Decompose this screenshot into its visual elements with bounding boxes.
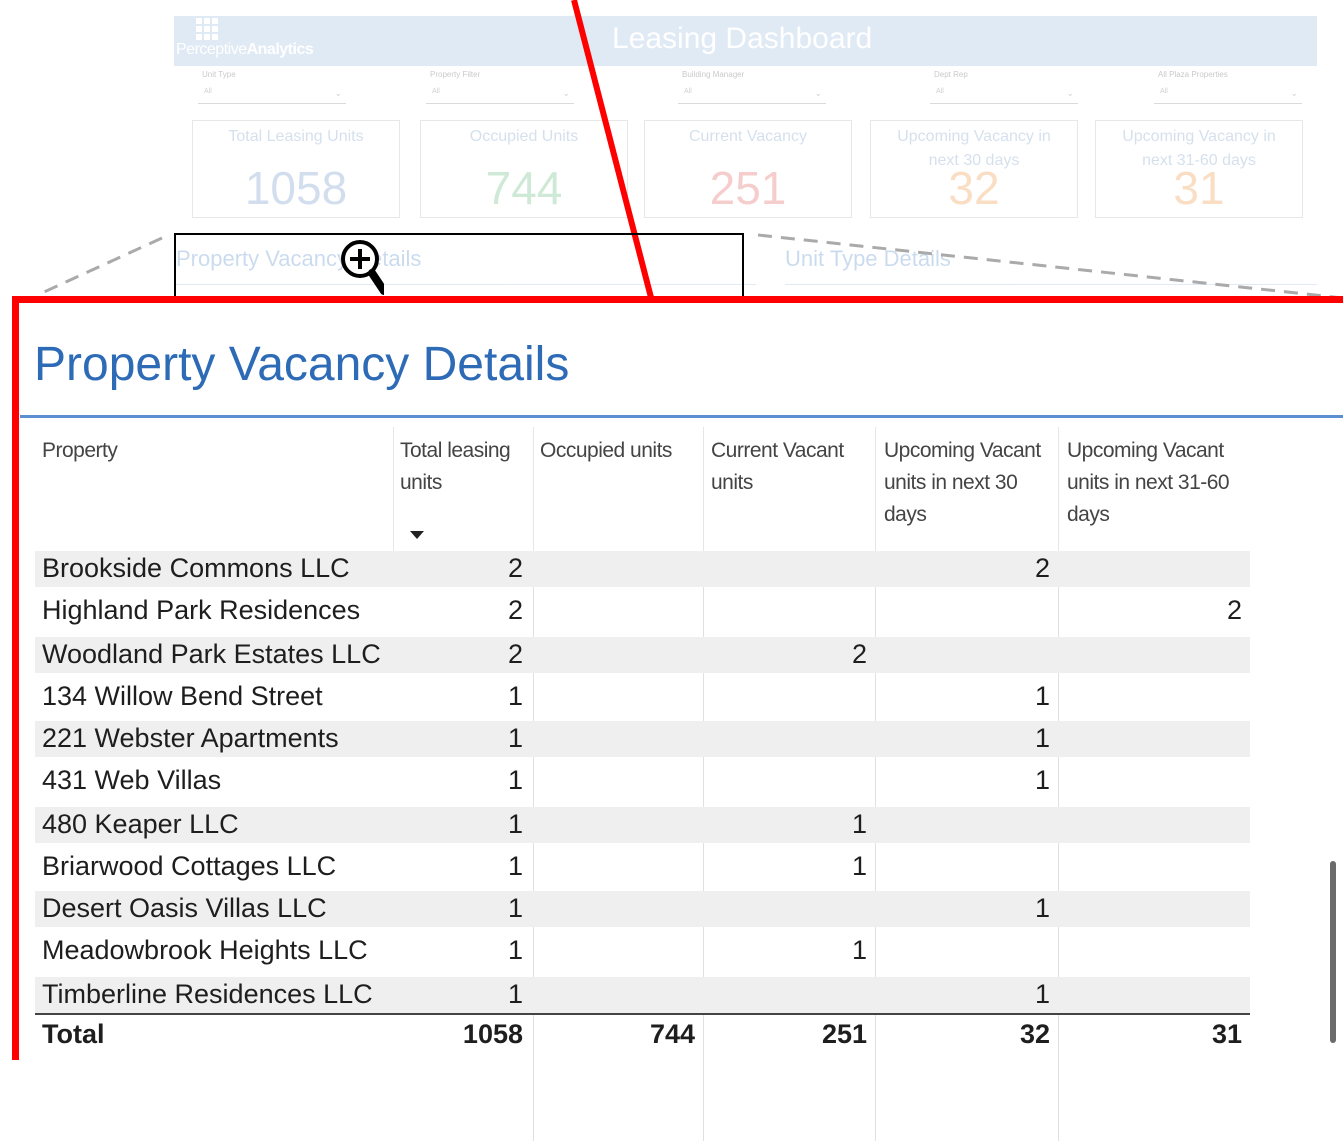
cell-total-current: 251 (821, 1019, 867, 1049)
cell-property: 431 Web Villas (42, 765, 222, 795)
table-row[interactable]: 134 Willow Bend Street 1 1 (35, 679, 1250, 715)
cell-current: 1 (851, 809, 867, 839)
col-header-property[interactable]: Property (42, 435, 382, 467)
zoom-connector-right (757, 233, 1343, 300)
panel-title-rule (20, 415, 1343, 418)
cell-property: Brookside Commons LLC (42, 553, 350, 583)
cell-total-label: Total (42, 1019, 105, 1049)
table-row[interactable]: Timberline Residences LLC 1 1 (35, 977, 1250, 1013)
cell-total: 1 (507, 723, 523, 753)
cell-next30: 1 (1034, 979, 1050, 1009)
col-divider (533, 427, 534, 551)
cell-property: Timberline Residences LLC (42, 979, 373, 1009)
col-header-next-30[interactable]: Upcoming Vacant units in next 30 days (884, 435, 1054, 531)
col-header-total[interactable]: Total leasing units (400, 435, 532, 499)
cell-total-total: 1058 (462, 1019, 523, 1049)
col-header-next-60[interactable]: Upcoming Vacant units in next 31-60 days (1067, 435, 1247, 531)
cell-property: Desert Oasis Villas LLC (42, 893, 327, 923)
cell-property: 221 Webster Apartments (42, 723, 339, 753)
cell-total-next30: 32 (1019, 1019, 1050, 1049)
cell-next30: 1 (1034, 681, 1050, 711)
table-row[interactable]: Highland Park Residences 2 2 (35, 593, 1250, 629)
table-row[interactable]: 480 Keaper LLC 1 1 (35, 807, 1250, 843)
col-divider (875, 427, 876, 551)
cell-property: 480 Keaper LLC (42, 809, 239, 839)
col-divider (393, 427, 394, 551)
table-row[interactable]: Brookside Commons LLC 2 2 (35, 551, 1250, 587)
cell-total: 1 (507, 809, 523, 839)
cell-next60: 2 (1226, 595, 1242, 625)
cell-total: 2 (507, 553, 523, 583)
cell-total: 1 (507, 893, 523, 923)
cell-total: 1 (507, 681, 523, 711)
table-row[interactable]: Meadowbrook Heights LLC 1 1 (35, 933, 1250, 969)
cell-next30: 1 (1034, 723, 1050, 753)
cell-property: Briarwood Cottages LLC (42, 851, 337, 881)
zoom-source-box (174, 233, 744, 299)
col-header-occupied[interactable]: Occupied units (540, 435, 705, 467)
cell-total-occupied: 744 (649, 1019, 695, 1049)
table-header: Property Total leasing units Occupied un… (35, 427, 1250, 551)
col-divider (1058, 427, 1059, 551)
cell-current: 2 (851, 639, 867, 669)
cell-property: 134 Willow Bend Street (42, 681, 323, 711)
total-row: Total 1058 744 251 32 31 (35, 1017, 1250, 1053)
sort-desc-icon[interactable] (410, 531, 424, 539)
zoom-in-magnifier-icon (341, 240, 384, 295)
cell-total: 1 (507, 935, 523, 965)
cell-total: 1 (507, 979, 523, 1009)
cell-total: 2 (507, 639, 523, 669)
cell-next30: 2 (1034, 553, 1050, 583)
cell-current: 1 (851, 935, 867, 965)
cell-total: 1 (507, 765, 523, 795)
col-header-current-vacant[interactable]: Current Vacant units (711, 435, 871, 499)
table-row[interactable]: Desert Oasis Villas LLC 1 1 (35, 891, 1250, 927)
cell-total: 2 (507, 595, 523, 625)
table-row[interactable]: Briarwood Cottages LLC 1 1 (35, 849, 1250, 885)
cell-total-next60: 31 (1211, 1019, 1242, 1049)
zoomed-panel: Property Vacancy Details Property Total … (12, 296, 1343, 1141)
cell-property: Woodland Park Estates LLC (42, 639, 381, 669)
panel-title: Property Vacancy Details (34, 338, 570, 391)
property-vacancy-table: Property Total leasing units Occupied un… (35, 427, 1250, 1141)
cell-total: 1 (507, 851, 523, 881)
zoom-connector-left (43, 236, 163, 294)
cell-property: Meadowbrook Heights LLC (42, 935, 368, 965)
table-row[interactable]: 431 Web Villas 1 1 (35, 763, 1250, 799)
cell-current: 1 (851, 851, 867, 881)
total-divider (35, 1013, 1250, 1015)
cell-next30: 1 (1034, 893, 1050, 923)
cell-property: Highland Park Residences (42, 595, 361, 625)
col-divider (703, 427, 704, 551)
table-row[interactable]: 221 Webster Apartments 1 1 (35, 721, 1250, 757)
table-scrollbar[interactable] (1330, 861, 1336, 1043)
cell-next30: 1 (1034, 765, 1050, 795)
table-row[interactable]: Woodland Park Estates LLC 2 2 (35, 637, 1250, 673)
